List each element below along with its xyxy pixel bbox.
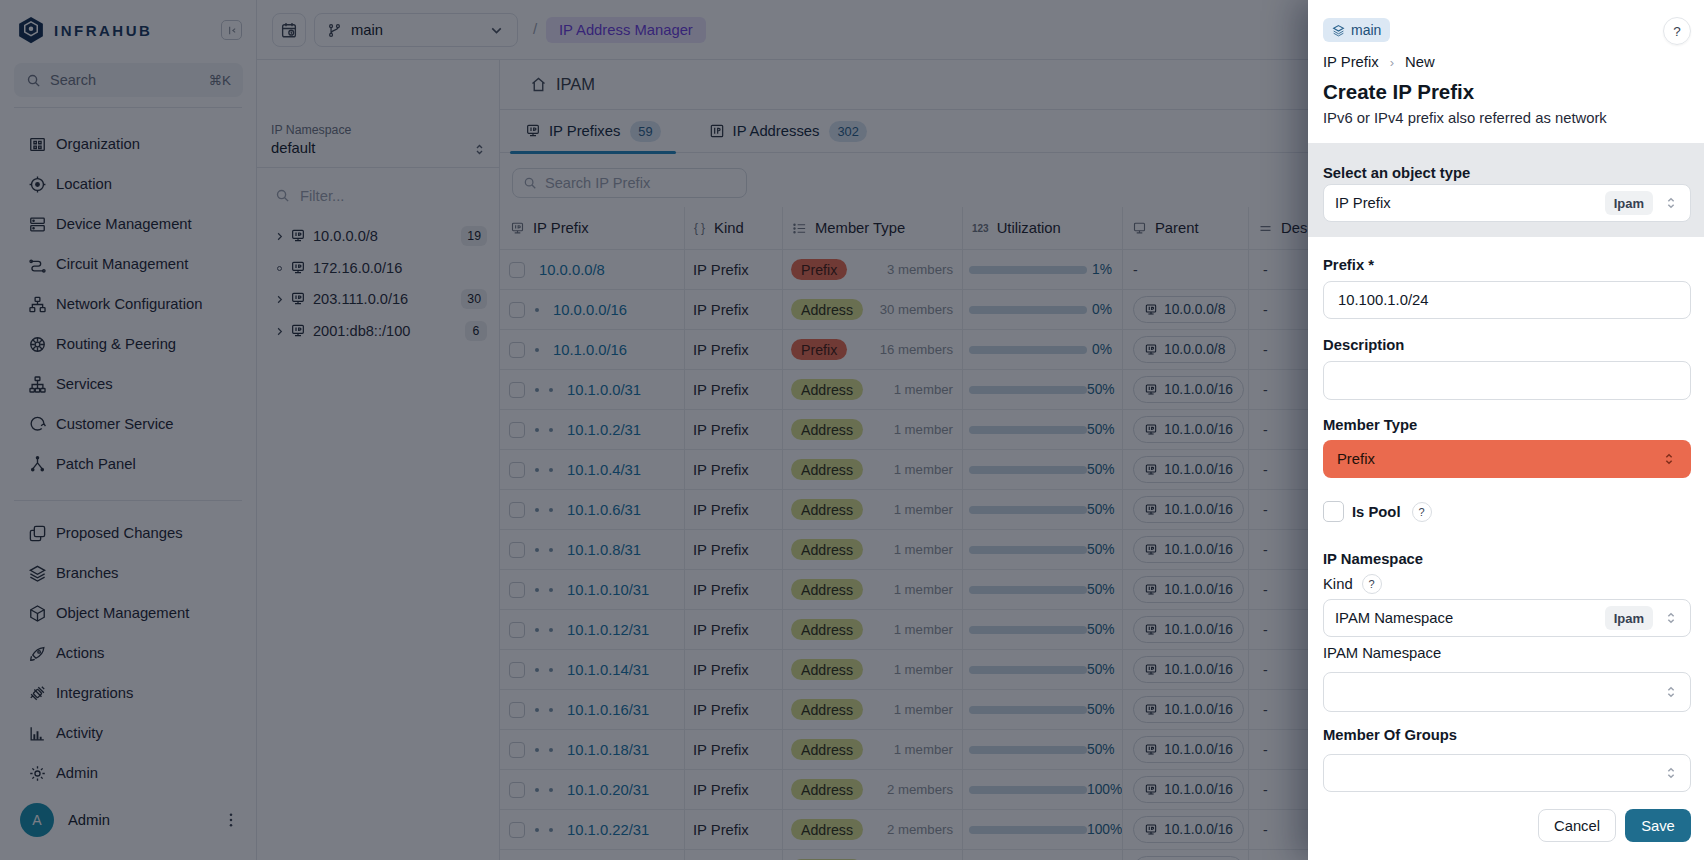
ipam-badge: Ipam [1605, 191, 1653, 215]
kind-label: Kind [1323, 576, 1353, 592]
cancel-button[interactable]: Cancel [1538, 809, 1616, 842]
chevron-right-icon: › [1390, 55, 1394, 70]
kind-row: Kind ? [1323, 574, 1382, 594]
description-field-label: Description [1323, 337, 1404, 353]
unfold-icon [1663, 610, 1679, 626]
unfold-icon [1663, 684, 1679, 700]
object-type-select[interactable]: IP Prefix Ipam [1323, 184, 1691, 222]
ipam-namespace-select[interactable] [1323, 672, 1691, 712]
object-type-label: Select an object type [1323, 165, 1470, 181]
ipam-namespace-label: IPAM Namespace [1323, 645, 1441, 661]
member-of-groups-select[interactable] [1323, 754, 1691, 792]
kind-select[interactable]: IPAM Namespace Ipam [1323, 599, 1691, 637]
drawer-breadcrumb-new: New [1405, 54, 1435, 70]
layers-icon [1332, 24, 1345, 37]
prefix-value: 10.100.1.0/24 [1338, 292, 1429, 308]
object-type-value: IP Prefix [1335, 195, 1391, 211]
drawer-subtitle: IPv6 or IPv4 prefix also referred as net… [1323, 110, 1607, 126]
prefix-input[interactable]: 10.100.1.0/24 [1323, 281, 1691, 319]
unfold-icon [1663, 195, 1679, 211]
drawer-title: Create IP Prefix [1323, 80, 1474, 104]
kind-value: IPAM Namespace [1335, 610, 1453, 626]
ip-namespace-heading: IP Namespace [1323, 551, 1423, 567]
ipam-badge: Ipam [1605, 606, 1653, 630]
is-pool-label: Is Pool [1352, 504, 1401, 520]
save-button[interactable]: Save [1625, 809, 1691, 842]
drawer-breadcrumb: IP Prefix › New [1323, 54, 1435, 70]
member-type-select[interactable]: Prefix [1323, 440, 1691, 478]
create-ip-prefix-drawer: main ? IP Prefix › New Create IP Prefix … [1308, 0, 1704, 860]
infrahub-app: INFRAHUB Search ⌘K Organization Location… [0, 0, 1704, 860]
drawer-branch-badge: main [1323, 18, 1390, 42]
is-pool-help-icon[interactable]: ? [1412, 502, 1432, 522]
prefix-field-label: Prefix * [1323, 257, 1374, 273]
drawer-branch-name: main [1351, 22, 1381, 38]
modal-overlay[interactable] [0, 0, 1308, 860]
member-type-value: Prefix [1337, 451, 1375, 467]
is-pool-row: Is Pool ? [1323, 501, 1432, 522]
is-pool-checkbox[interactable] [1323, 501, 1344, 522]
unfold-icon [1663, 765, 1679, 781]
drawer-breadcrumb-type[interactable]: IP Prefix [1323, 54, 1379, 70]
help-button[interactable]: ? [1663, 17, 1691, 45]
kind-help-icon[interactable]: ? [1362, 574, 1382, 594]
member-of-groups-label: Member Of Groups [1323, 727, 1457, 743]
description-input[interactable] [1323, 361, 1691, 400]
member-type-field-label: Member Type [1323, 417, 1417, 433]
unfold-icon [1661, 451, 1677, 467]
